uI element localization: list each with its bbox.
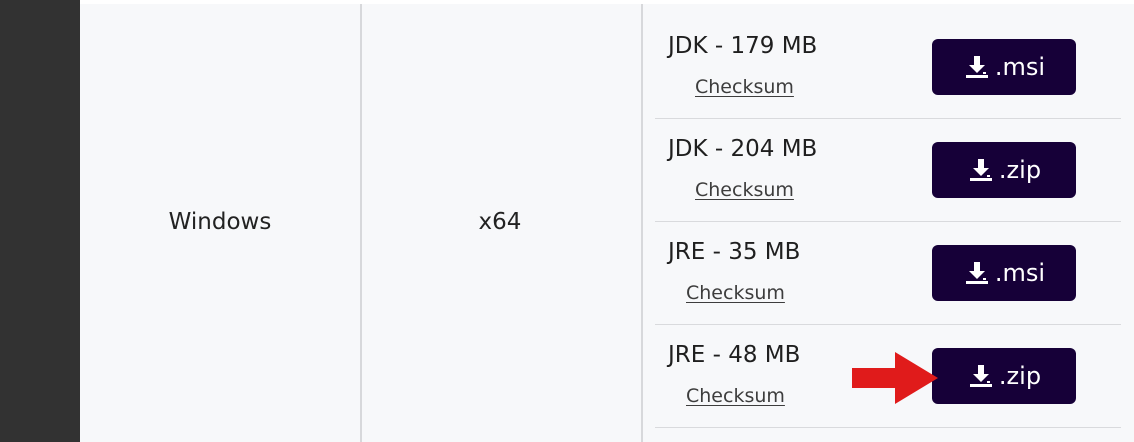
column-divider-os-arch	[360, 4, 362, 442]
download-icon	[965, 262, 988, 284]
download-zip-button[interactable]: .zip	[932, 348, 1076, 404]
download-zip-button[interactable]: .zip	[932, 142, 1076, 198]
download-button-label: .msi	[994, 53, 1046, 81]
package-row-jre-msi: JRE - 35 MB Checksum .msi	[655, 221, 1121, 325]
top-border-strip	[80, 0, 1134, 4]
checksum-link[interactable]: Checksum	[695, 75, 794, 99]
os-cell: Windows	[168, 209, 272, 235]
package-title: JDK - 204 MB	[668, 136, 818, 162]
left-sidebar-edge	[0, 0, 80, 442]
download-msi-button[interactable]: .msi	[932, 245, 1076, 301]
checksum-link[interactable]: Checksum	[686, 281, 785, 305]
package-title: JDK - 179 MB	[668, 33, 818, 59]
column-divider-arch-packages	[641, 4, 643, 442]
package-title: JRE - 48 MB	[668, 342, 801, 368]
red-arrow-icon	[852, 352, 938, 404]
package-row-jdk-msi: JDK - 179 MB Checksum .msi	[655, 15, 1121, 119]
package-row-jdk-zip: JDK - 204 MB Checksum .zip	[655, 118, 1121, 222]
download-button-label: .msi	[994, 259, 1046, 287]
download-msi-button[interactable]: .msi	[932, 39, 1076, 95]
download-icon	[969, 365, 992, 387]
download-icon	[965, 56, 988, 78]
checksum-link[interactable]: Checksum	[686, 384, 785, 408]
download-button-label: .zip	[998, 156, 1042, 184]
arch-cell: x64	[478, 209, 522, 235]
download-icon	[969, 159, 992, 181]
package-title: JRE - 35 MB	[668, 239, 801, 265]
checksum-link[interactable]: Checksum	[695, 178, 794, 202]
download-button-label: .zip	[998, 362, 1042, 390]
